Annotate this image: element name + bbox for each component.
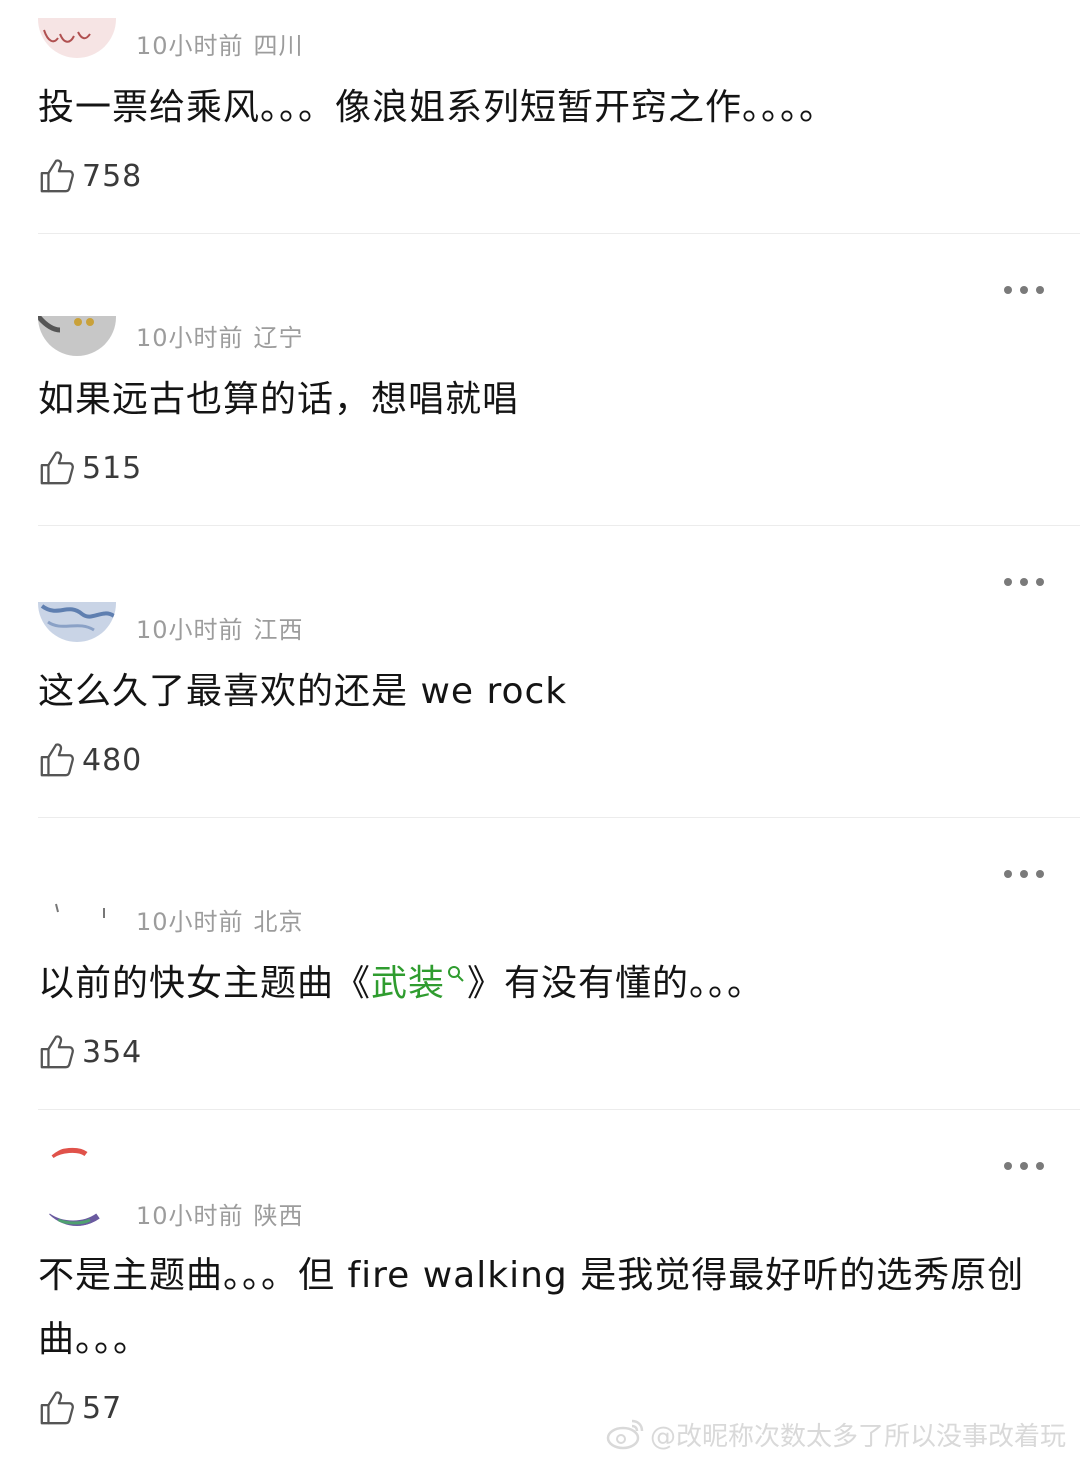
comment-location: 江西 [253, 616, 304, 644]
comment-item: 10小时前 北京 以前的快女主题曲《武装 》有没有懂的。。。 354 [0, 818, 1080, 1110]
like-button[interactable]: 758 [38, 156, 142, 196]
comment-time: 10小时前 [136, 32, 244, 60]
comment-item: 10小时前 辽宁 如果远古也算的话，想唱就唱 515 [0, 234, 1080, 526]
more-dots-icon[interactable] [1004, 868, 1044, 880]
like-count: 515 [82, 450, 143, 486]
comment-meta: 10小时前 陕西 [136, 1196, 304, 1231]
thumbs-up-icon [40, 743, 74, 777]
comment-meta: 10小时前 江西 [136, 610, 304, 645]
like-count: 57 [82, 1390, 123, 1426]
search-icon[interactable] [447, 965, 465, 983]
like-count: 758 [82, 158, 143, 194]
more-dots-icon[interactable] [1004, 1160, 1044, 1172]
avatar[interactable] [38, 900, 116, 940]
comment-text: 以前的快女主题曲《武装 》有没有懂的。。。 [38, 952, 1048, 1016]
comment-location: 陕西 [253, 1202, 304, 1230]
like-button[interactable]: 57 [38, 1388, 122, 1428]
watermark-text: @改昵称次数太多了所以没事改着玩 [649, 1421, 1066, 1452]
comment-text-content: 如果远古也算的话，想唱就唱 [38, 379, 520, 420]
comment-meta: 10小时前 辽宁 [136, 318, 304, 353]
weibo-logo-icon [606, 1419, 644, 1450]
comment-text-content: 不是主题曲。。。但 fire walking 是我觉得最好听的选秀原创曲。。。 [38, 1255, 1025, 1360]
like-count: 354 [82, 1034, 143, 1070]
like-button[interactable]: 480 [38, 740, 142, 780]
like-button[interactable]: 515 [38, 448, 142, 488]
avatar[interactable] [38, 602, 116, 642]
more-dots-icon[interactable] [1004, 284, 1044, 296]
comment-text-content: 这么久了最喜欢的还是 we rock [38, 671, 568, 712]
comment-meta: 10小时前 四川 [136, 26, 304, 61]
comment-meta: 10小时前 北京 [136, 902, 304, 937]
comment-location: 四川 [253, 32, 304, 60]
comment-time: 10小时前 [136, 1202, 244, 1230]
comment-time: 10小时前 [136, 324, 244, 352]
comment-text: 不是主题曲。。。但 fire walking 是我觉得最好听的选秀原创曲。。。 [38, 1244, 1048, 1372]
comment-time: 10小时前 [136, 908, 244, 936]
comment-item: 10小时前 陕西 不是主题曲。。。但 fire walking 是我觉得最好听的选… [0, 1110, 1080, 1460]
thumbs-up-icon [40, 1035, 74, 1069]
avatar[interactable] [38, 316, 116, 356]
comment-item: 10小时前 江西 这么久了最喜欢的还是 we rock 480 [0, 526, 1080, 818]
like-count: 480 [82, 742, 143, 778]
watermark: @改昵称次数太多了所以没事改着玩 [606, 1414, 1066, 1454]
comment-time: 10小时前 [136, 616, 244, 644]
avatar[interactable] [38, 18, 116, 58]
thumbs-up-icon [40, 159, 74, 193]
comment-location: 北京 [253, 908, 304, 936]
comment-text-content: 以前的快女主题曲《 [38, 963, 372, 1004]
thumbs-up-icon [40, 1391, 74, 1425]
thumbs-up-icon [40, 451, 74, 485]
comment-feed: 10小时前 四川 投一票给乘风。。。像浪姐系列短暂开窍之作。。。。 758 10小… [0, 0, 1080, 1460]
comment-location: 辽宁 [253, 324, 304, 352]
like-button[interactable]: 354 [38, 1032, 142, 1072]
comment-item: 10小时前 四川 投一票给乘风。。。像浪姐系列短暂开窍之作。。。。 758 [0, 0, 1080, 235]
comment-text: 投一票给乘风。。。像浪姐系列短暂开窍之作。。。。 [38, 76, 1048, 140]
more-dots-icon[interactable] [1004, 576, 1044, 588]
comment-text-content: 投一票给乘风。。。像浪姐系列短暂开窍之作。。。。 [38, 87, 837, 128]
comment-text-content: 》有没有懂的。。。 [467, 963, 765, 1004]
comment-text: 如果远古也算的话，想唱就唱 [38, 368, 1048, 432]
song-link[interactable]: 武装 [371, 963, 445, 1004]
avatar[interactable] [38, 1146, 116, 1226]
comment-text: 这么久了最喜欢的还是 we rock [38, 660, 1048, 724]
